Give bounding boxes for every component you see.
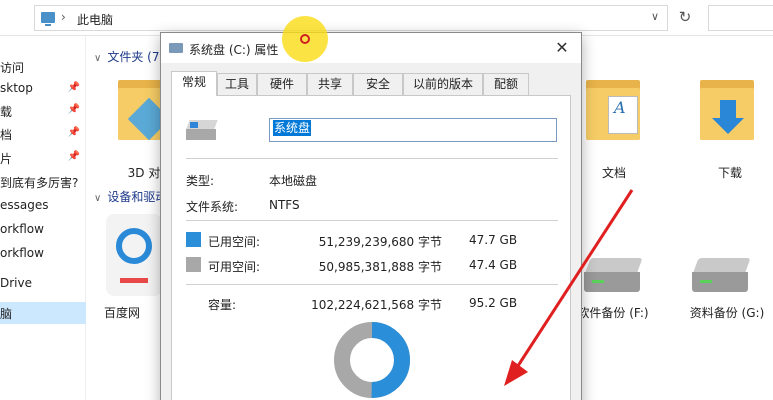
- address-text: 此电脑: [77, 13, 114, 27]
- close-icon: ✕: [555, 38, 569, 57]
- nav-item[interactable]: orkflow: [0, 219, 86, 241]
- tab-tools[interactable]: 工具: [217, 73, 257, 95]
- divider: [186, 284, 558, 285]
- divider: [186, 158, 558, 159]
- nav-item[interactable]: essages: [0, 195, 86, 217]
- nav-item[interactable]: 载 📌: [0, 100, 86, 122]
- dialog-title-bar[interactable]: 系统盘 (C:) 属性 ✕: [161, 33, 581, 63]
- computer-icon: [41, 12, 55, 26]
- refresh-button[interactable]: ↻: [672, 5, 698, 31]
- devices-section-header[interactable]: ∨ 设备和驱动: [94, 188, 167, 205]
- capacity-bytes: 102,224,621,568 字节: [311, 298, 442, 312]
- properties-dialog: 系统盘 (C:) 属性 ✕ 常规 工具 硬件 共享 安全 以前的版本 配额 系统…: [160, 32, 582, 400]
- drive-g-icon[interactable]: [692, 256, 752, 296]
- nav-item[interactable]: 片 📌: [0, 147, 86, 169]
- type-label: 类型:: [186, 174, 215, 188]
- nav-item[interactable]: sktop 📌: [0, 78, 86, 100]
- chevron-down-icon: ∨: [94, 53, 102, 64]
- drive-f-icon[interactable]: [584, 256, 644, 296]
- folder-label: 文档: [601, 166, 626, 180]
- used-space-bytes: 51,239,239,680 字节: [318, 235, 442, 249]
- chevron-down-icon: ∨: [94, 193, 102, 204]
- used-space-label: 已用空间:: [208, 235, 261, 249]
- tab-sharing[interactable]: 共享: [307, 73, 353, 95]
- folders-section-header[interactable]: ∨ 文件夹 (7): [94, 48, 164, 65]
- search-input[interactable]: [708, 5, 773, 31]
- tab-strip: 常规 工具 硬件 共享 安全 以前的版本 配额: [171, 71, 571, 96]
- capacity-label: 容量:: [208, 298, 237, 312]
- navigation-pane: 访问 sktop 📌 载 📌 档 📌 片 📌 到底有多厉害? essages orkfl…: [0, 36, 86, 400]
- pin-icon: 📌: [67, 104, 80, 115]
- cursor-icon: [300, 34, 310, 44]
- free-space-label: 可用空间:: [208, 260, 261, 274]
- nav-item[interactable]: 到底有多厉害?: [0, 171, 86, 193]
- tab-general[interactable]: 常规: [171, 71, 217, 96]
- download-arrow-icon: [720, 100, 736, 120]
- drive-icon: [169, 43, 183, 53]
- tab-security[interactable]: 安全: [353, 73, 403, 95]
- free-space-bytes: 50,985,381,888 字节: [318, 260, 442, 274]
- nav-item-this-pc[interactable]: 脑: [0, 302, 86, 324]
- nav-item[interactable]: 档 📌: [0, 123, 86, 145]
- disk-usage-donut: [334, 322, 410, 398]
- chevron-down-icon[interactable]: ∨: [651, 10, 659, 23]
- capacity-gb: 95.2 GB: [469, 296, 518, 310]
- nav-item[interactable]: 访问: [0, 56, 86, 78]
- folder-downloads[interactable]: [700, 72, 754, 142]
- nav-item[interactable]: Drive: [0, 273, 86, 295]
- dialog-title: 系统盘 (C:) 属性: [189, 43, 279, 57]
- free-space-swatch: [186, 257, 201, 272]
- volume-name-input[interactable]: 系统盘: [269, 118, 557, 142]
- app-label: 百度网: [104, 306, 141, 320]
- folder-documents[interactable]: A: [586, 72, 640, 142]
- used-space-swatch: [186, 232, 201, 247]
- free-space-gb: 47.4 GB: [469, 258, 518, 272]
- drive-g-label: 资料备份 (G:): [689, 306, 765, 320]
- pin-icon: 📌: [67, 82, 80, 93]
- windows-logo-icon: [190, 122, 198, 128]
- general-panel: 系统盘 类型: 本地磁盘 文件系统: NTFS 已用空间: 51,239,239…: [171, 95, 571, 400]
- drive-icon: [186, 120, 218, 142]
- filesystem-label: 文件系统:: [186, 200, 239, 214]
- address-box[interactable]: › 此电脑 ∨: [34, 5, 668, 31]
- used-space-gb: 47.7 GB: [469, 233, 518, 247]
- breadcrumb-separator-icon: ›: [61, 10, 66, 24]
- baidu-netdisk-icon[interactable]: [106, 214, 162, 296]
- pin-icon: 📌: [67, 127, 80, 138]
- tab-hardware[interactable]: 硬件: [257, 73, 307, 95]
- close-button[interactable]: ✕: [547, 35, 577, 61]
- tab-quota[interactable]: 配额: [483, 73, 529, 95]
- nav-item[interactable]: orkflow: [0, 243, 86, 265]
- address-toolbar: › 此电脑 ∨ ↻: [0, 0, 773, 36]
- filesystem-value: NTFS: [269, 198, 300, 212]
- folder-label: 下载: [717, 166, 742, 180]
- tab-previous-versions[interactable]: 以前的版本: [403, 73, 483, 95]
- type-value: 本地磁盘: [269, 174, 318, 188]
- divider: [186, 220, 558, 221]
- pin-icon: 📌: [67, 151, 80, 162]
